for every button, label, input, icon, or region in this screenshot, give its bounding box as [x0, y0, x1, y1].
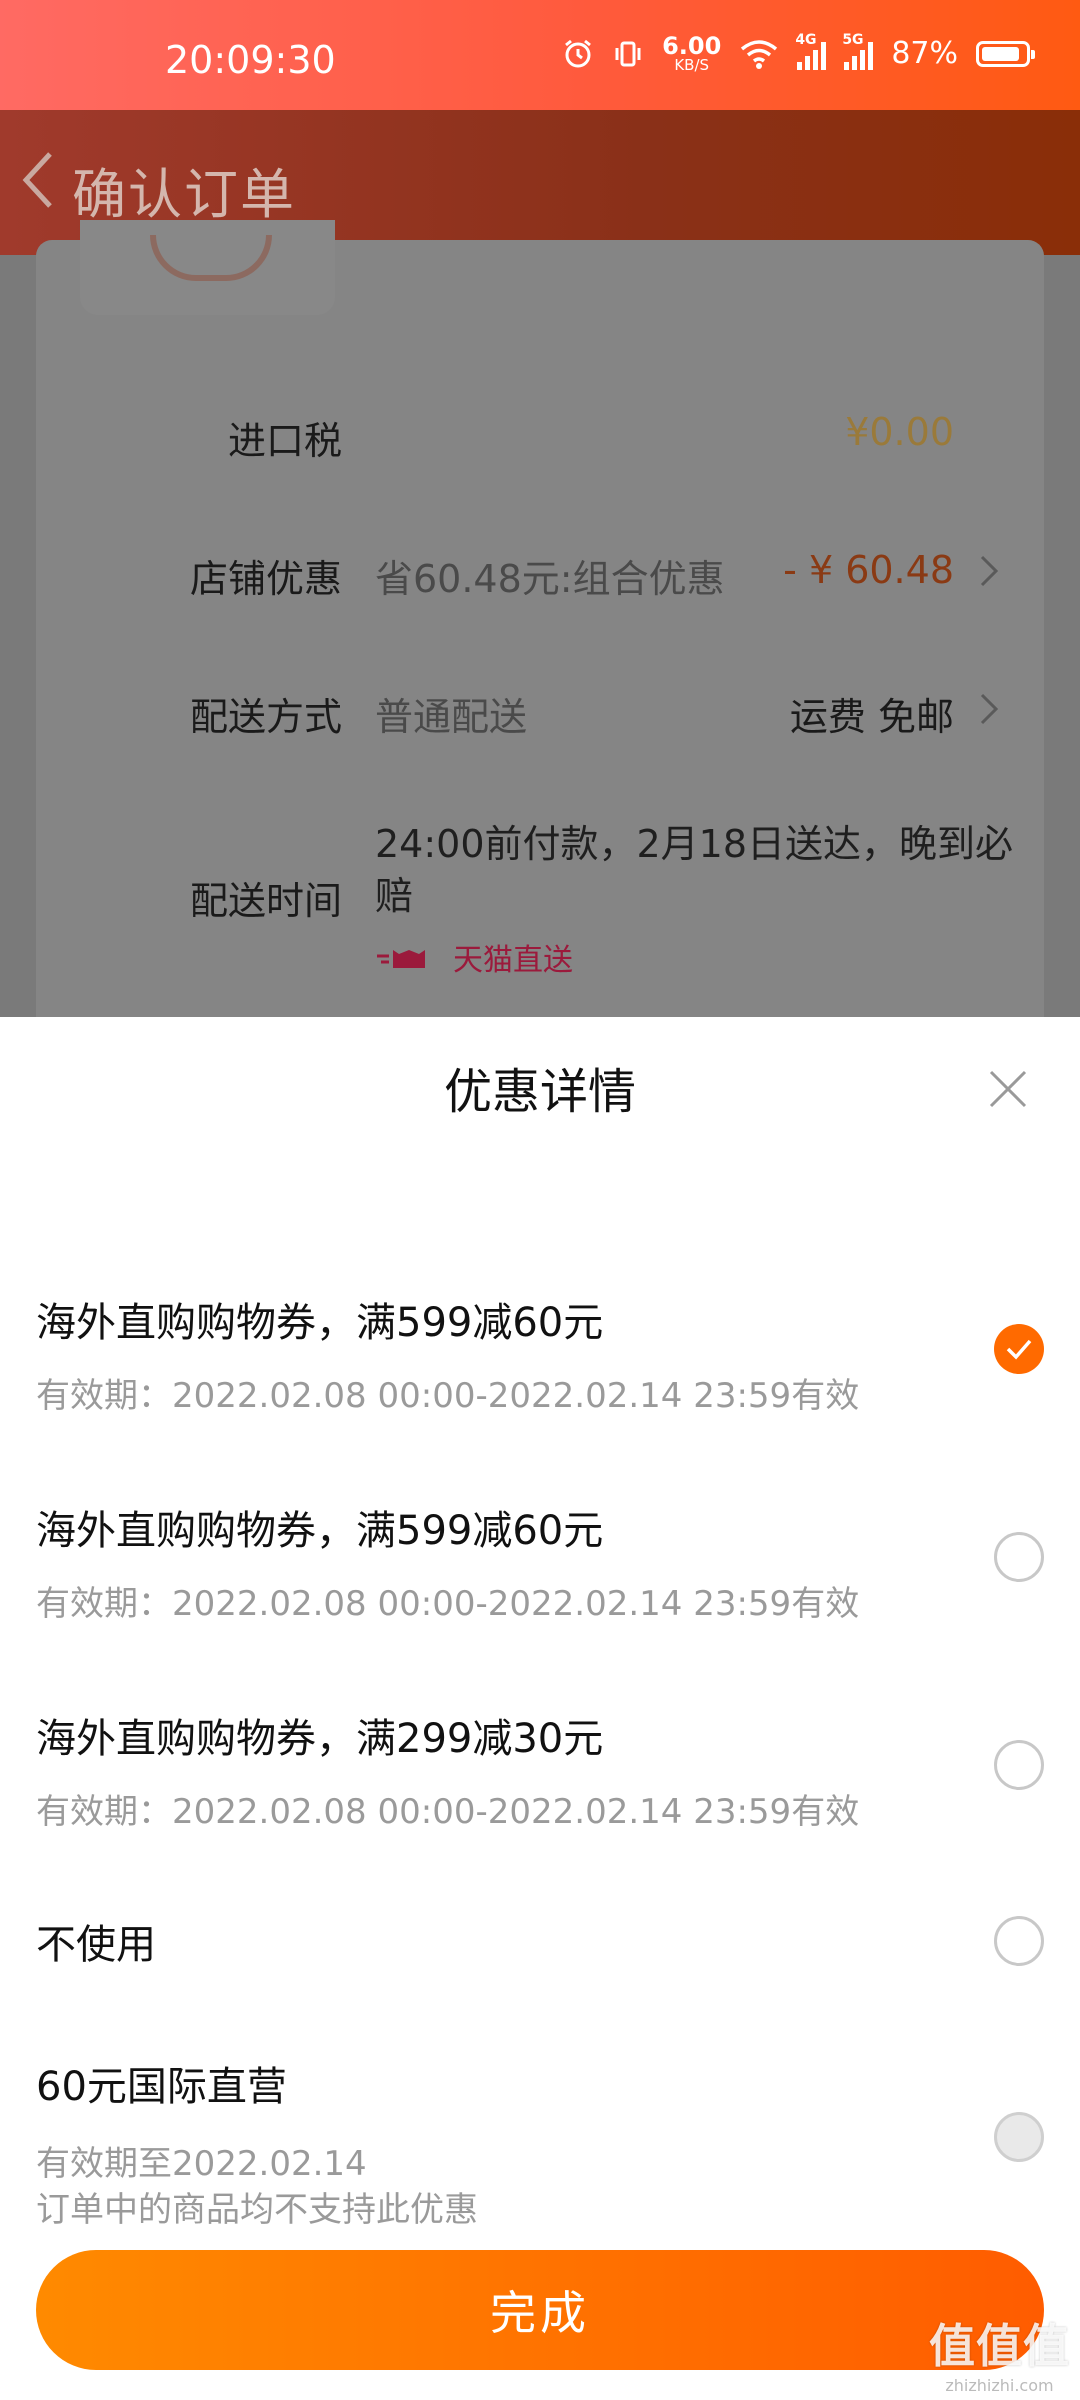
sheet-title: 优惠详情 — [443, 1064, 636, 1120]
delivery-time-label: 配送时间 — [189, 879, 342, 923]
shipping-detail: 普通配送 — [375, 695, 528, 739]
shop-discount-detail: 省60.48元:组合优惠 — [375, 557, 725, 601]
close-icon[interactable] — [985, 1066, 1031, 1112]
net-speed: 6.00 KB/S — [662, 32, 722, 74]
chevron-right-icon — [980, 693, 999, 725]
coupon-title: 海外直购购物券，满599减60元 — [36, 1300, 604, 1346]
done-button[interactable]: 完成 — [36, 2250, 1044, 2370]
tmall-direct-text: 天猫直送 — [453, 943, 573, 978]
site-watermark: 值值值 zhizhizhi.com — [929, 2310, 1070, 2395]
coupon-validity: 有效期：2022.02.08 00:00-2022.02.14 23:59有效 — [36, 1584, 860, 1624]
check-icon — [1006, 1339, 1032, 1360]
coupon-title: 60元国际直营 — [36, 2064, 287, 2110]
shipping-label: 配送方式 — [189, 695, 342, 739]
coupon-validity: 有效期至2022.02.14 — [36, 2144, 367, 2184]
coupon-unavailable-note: 订单中的商品均不支持此优惠 — [36, 2190, 478, 2230]
back-icon[interactable] — [18, 150, 58, 210]
no-coupon-label: 不使用 — [36, 1922, 156, 1968]
tax-label: 进口税 — [227, 419, 342, 463]
tmall-direct-badge: 天猫直送 — [375, 935, 573, 979]
radio-unchecked[interactable] — [994, 1740, 1044, 1790]
shop-discount-value: - ¥ 60.48 — [783, 548, 954, 592]
signal-icon-5g: 5G — [842, 32, 874, 70]
battery-percent: 87% — [891, 36, 958, 71]
radio-disabled — [994, 2112, 1044, 2162]
watermark-url: zhizhizhi.com — [945, 2376, 1054, 2395]
status-bar: 20:09:30 6.00 KB/S 4G 5G 87% — [0, 0, 1080, 110]
page-title: 确认订单 — [72, 163, 296, 226]
watermark-logo: 值值值 — [929, 2319, 1070, 2373]
status-time: 20:09:30 — [165, 38, 336, 82]
battery-icon — [976, 40, 1035, 67]
shop-discount-label: 店铺优惠 — [189, 557, 342, 601]
status-icons: 6.00 KB/S 4G 5G 87% — [562, 32, 1035, 74]
signal-icon-4g: 4G — [795, 32, 827, 70]
coupon-validity: 有效期：2022.02.08 00:00-2022.02.14 23:59有效 — [36, 1376, 860, 1416]
vibrate-icon — [615, 41, 641, 66]
delivery-time-detail: 24:00前付款，2月18日送达，晚到必赔 — [375, 822, 1014, 918]
tmall-logo-icon — [377, 950, 425, 968]
shipping-fee: 运费 免邮 — [789, 695, 954, 739]
tax-value: ¥0.00 — [845, 410, 954, 454]
coupon-validity: 有效期：2022.02.08 00:00-2022.02.14 23:59有效 — [36, 1792, 860, 1832]
radio-unchecked[interactable] — [994, 1916, 1044, 1966]
coupon-title: 海外直购购物券，满299减30元 — [36, 1716, 604, 1762]
wifi-icon — [741, 39, 778, 69]
radio-checked[interactable] — [994, 1324, 1044, 1374]
coupon-title: 海外直购购物券，满599减60元 — [36, 1508, 604, 1554]
radio-unchecked[interactable] — [994, 1532, 1044, 1582]
chevron-right-icon — [980, 555, 999, 587]
alarm-icon — [565, 39, 592, 67]
